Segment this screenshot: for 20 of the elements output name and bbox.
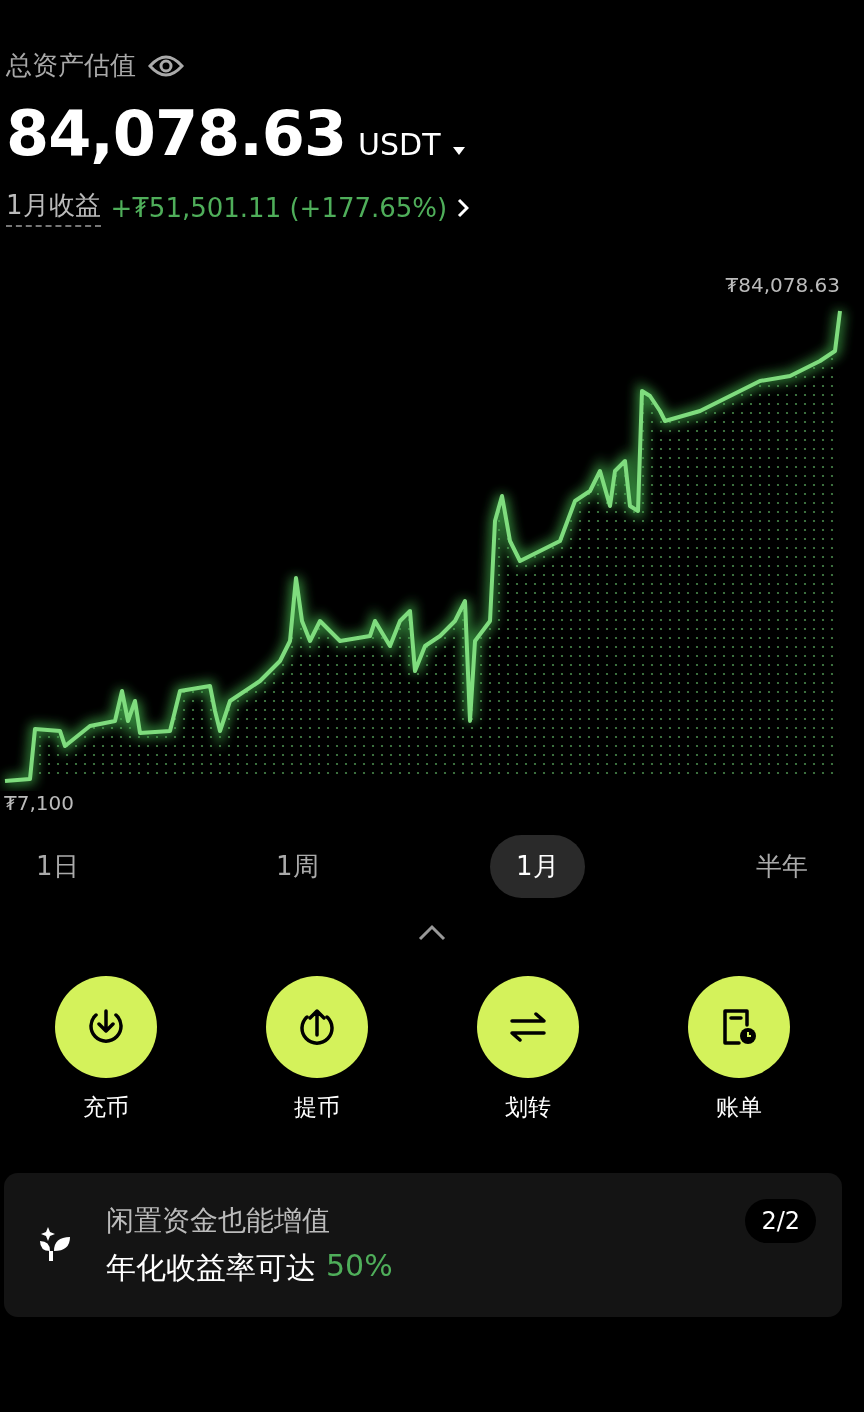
range-tab[interactable]: 半年 [730, 835, 834, 898]
caret-icon[interactable] [452, 147, 465, 155]
promo-card[interactable]: 闲置资金也能增值 年化收益率可达 50% 2/2 [4, 1173, 842, 1317]
eye-icon[interactable] [148, 53, 184, 78]
promo-rate: 50% [326, 1247, 393, 1285]
range-tab[interactable]: 1周 [250, 835, 345, 898]
range-tab[interactable]: 1日 [10, 835, 105, 898]
total-assets-title: 总资产估值 [6, 49, 136, 82]
balance-amount: 84,078.63 [6, 97, 347, 170]
chart-min-label: ₮7,100 [4, 791, 74, 815]
chevron-up-icon[interactable] [417, 924, 447, 942]
chart-max-label: ₮84,078.63 [725, 273, 840, 297]
promo-title: 闲置资金也能增值 [106, 1202, 331, 1239]
promo-subtitle: 年化收益率可达 [106, 1248, 316, 1287]
pnl-label: 1月收益 [6, 188, 101, 227]
range-tab[interactable]: 1月 [490, 835, 585, 898]
pnl-value[interactable]: +₮51,501.11 (+177.65%) [110, 192, 448, 223]
page-counter: 2/2 [745, 1199, 816, 1243]
chevron-right-icon[interactable] [457, 197, 470, 218]
currency-selector[interactable]: USDT [358, 127, 441, 162]
